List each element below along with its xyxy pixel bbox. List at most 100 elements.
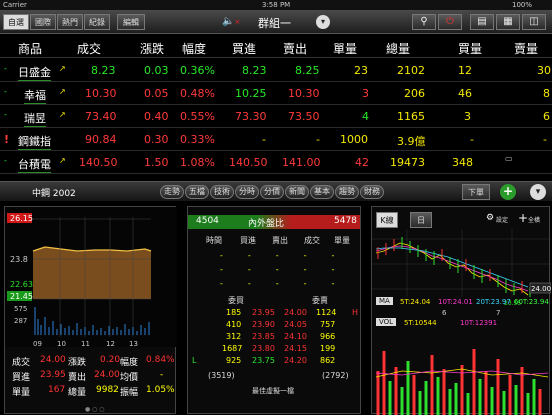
settings-label[interactable]: 設定 bbox=[496, 215, 508, 224]
ma-toggle[interactable]: MA bbox=[376, 297, 393, 305]
alert-icon: ! bbox=[4, 133, 10, 146]
cell-change: 0.30 bbox=[144, 133, 169, 146]
col-header: 買進 bbox=[240, 236, 256, 245]
carrier: Carrier bbox=[3, 1, 27, 9]
cell-change: 0.40 bbox=[144, 110, 169, 123]
table-row[interactable]: - 日盛金 ↗ 8.23 0.03 0.36% 8.23 8.25 23 210… bbox=[0, 59, 552, 82]
group-title: 群組一 bbox=[258, 17, 291, 30]
col-header: 委賣 bbox=[312, 296, 328, 305]
tab-popular[interactable]: 熱門 bbox=[57, 14, 83, 30]
col-header: 買進 bbox=[232, 42, 257, 56]
table-header: 商品 成交 漲跌 幅度 買進 賣出 單量 總量 買量 賣量 bbox=[0, 35, 552, 58]
grid-view-icon[interactable]: ▦ bbox=[496, 14, 520, 30]
cell-bid: 8.23 bbox=[242, 64, 267, 77]
chart-toggle-icon[interactable]: ▭ bbox=[505, 154, 513, 163]
vol-toggle[interactable]: VOL bbox=[376, 318, 397, 326]
cell-bid: 10.25 bbox=[235, 87, 267, 100]
list-view-icon[interactable]: ▤ bbox=[470, 14, 494, 30]
quote-value: 167 bbox=[48, 385, 66, 395]
tab-trend[interactable]: 走勢 bbox=[160, 185, 184, 199]
cell-total: 206 bbox=[404, 87, 425, 100]
trend-icon: ↗ bbox=[59, 87, 66, 96]
quote-label: 均價 bbox=[120, 373, 139, 383]
intraday-panel: 26.15 23.8 22.63 21.45 575 287 09 10 11 … bbox=[4, 206, 177, 414]
cell-total: 1165 bbox=[397, 110, 425, 123]
cell-bid-qty: - bbox=[470, 133, 474, 146]
quote-value: 0.20 bbox=[100, 355, 121, 365]
stock-name: 日盛金 bbox=[18, 66, 51, 81]
cell-price: 8.23 bbox=[91, 64, 116, 77]
tab-five-levels[interactable]: 五檔 bbox=[185, 185, 209, 199]
top-toolbar: 自選 國際 熱門 紀錄 編輯 🔈× 群組一 ▾ ⚲ ⏻ ▤ ▦ ◫ bbox=[0, 10, 552, 34]
gear-icon[interactable]: ⚙ bbox=[486, 213, 494, 223]
quote-value: - bbox=[160, 370, 164, 380]
mute-icon[interactable]: 🔈× bbox=[222, 16, 240, 27]
cell-percent: 1.08% bbox=[180, 156, 215, 169]
tab-kline[interactable]: K線 bbox=[376, 212, 398, 228]
tick-list: ----- ----- ----- bbox=[220, 251, 360, 288]
period-day[interactable]: 日 bbox=[410, 212, 432, 228]
cell-volume: 23 bbox=[354, 64, 368, 77]
col-header: 單量 bbox=[333, 42, 358, 56]
table-row[interactable]: - 瑞昱 ↗ 73.40 0.40 0.55% 73.30 73.50 4 11… bbox=[0, 105, 552, 128]
best-virtual-label: 最佳虛擬一檔 bbox=[252, 387, 294, 395]
cell-percent: 0.36% bbox=[180, 64, 215, 77]
cell-price: 90.84 bbox=[85, 133, 117, 146]
col-header: 單量 bbox=[334, 236, 350, 245]
chart-view-icon[interactable]: ◫ bbox=[522, 14, 546, 30]
tab-finance[interactable]: 財務 bbox=[360, 185, 384, 199]
time-tick: 12 bbox=[106, 340, 115, 347]
cell-ask-qty: 6 bbox=[543, 110, 550, 123]
current-price-tag: 24.00 bbox=[531, 285, 551, 293]
tab-trends[interactable]: 趨勢 bbox=[335, 185, 359, 199]
tab-history[interactable]: 紀錄 bbox=[84, 14, 110, 30]
tab-favorites[interactable]: 自選 bbox=[3, 14, 29, 30]
cell-total: 19473 bbox=[390, 156, 425, 169]
search-icon[interactable]: ⚲ bbox=[412, 14, 436, 30]
landscape-label[interactable]: 全橫 bbox=[528, 215, 540, 224]
plus-icon[interactable]: + bbox=[518, 211, 528, 225]
sell-total: 5478 bbox=[334, 216, 357, 226]
buy-total: 4504 bbox=[196, 216, 219, 226]
tab-technical[interactable]: 技術 bbox=[210, 185, 234, 199]
cell-bid: 140.50 bbox=[229, 156, 268, 169]
chevron-down-icon[interactable]: ▾ bbox=[530, 184, 546, 200]
cell-ask-qty: 30 bbox=[537, 64, 551, 77]
vol-axis-hi: 575 bbox=[14, 305, 27, 313]
stock-name: 台積電 bbox=[18, 158, 51, 173]
table-row[interactable]: - 台積電 ↗ 140.50 1.50 1.08% 140.50 141.00 … bbox=[0, 151, 552, 174]
chart-low2: 21.45 bbox=[10, 292, 33, 301]
table-row[interactable]: - 幸福 ↗ 10.30 0.05 0.48% 10.25 10.30 3 20… bbox=[0, 82, 552, 105]
tab-fundamental[interactable]: 基本 bbox=[310, 185, 334, 199]
quote-summary: 成交 24.00 漲跌 0.20 幅度 0.84% 買進 23.95 賣出 24… bbox=[8, 351, 175, 403]
col-header: 時間 bbox=[206, 236, 222, 245]
page-dots[interactable]: ● ○ ○ bbox=[85, 406, 105, 413]
cell-percent: 0.55% bbox=[180, 110, 215, 123]
col-header: 委買 bbox=[228, 296, 244, 305]
tab-price-volume[interactable]: 分價 bbox=[260, 185, 284, 199]
chart-high: 26.15 bbox=[10, 214, 33, 223]
edit-button[interactable]: 編輯 bbox=[117, 14, 145, 30]
cell-percent: 0.33% bbox=[180, 133, 215, 146]
col-header: 商品 bbox=[18, 42, 43, 56]
tab-news[interactable]: 新聞 bbox=[285, 185, 309, 199]
cell-total: 3.9億 bbox=[397, 135, 426, 148]
detail-subbar: 中鋼 2002 走勢 五檔 技術 分時 分價 新聞 基本 趨勢 財務 下單 + … bbox=[0, 181, 552, 201]
power-icon[interactable]: ⏻ bbox=[438, 14, 462, 30]
order-button[interactable]: 下單 bbox=[462, 184, 490, 200]
list-item: 312 23.85 24.10 966 bbox=[226, 332, 336, 341]
quote-value: 23.95 bbox=[40, 370, 66, 380]
total-ask: (2792) bbox=[322, 371, 349, 380]
add-icon[interactable]: + bbox=[500, 184, 516, 200]
status-bar: Carrier 3:58 PM 100% bbox=[0, 0, 552, 10]
intraday-chart: 26.15 23.8 22.63 21.45 575 287 09 10 11 … bbox=[5, 207, 177, 347]
tab-international[interactable]: 國際 bbox=[30, 14, 56, 30]
chevron-down-icon[interactable]: ▾ bbox=[316, 15, 330, 29]
tab-tick[interactable]: 分時 bbox=[235, 185, 259, 199]
table-row[interactable]: ! 鋼鐵指 90.84 0.30 0.33% - - 1000 3.9億 - - bbox=[0, 128, 552, 151]
chart-low1: 22.63 bbox=[10, 280, 33, 289]
cell-ask: 10.30 bbox=[288, 87, 320, 100]
time-tick: 13 bbox=[129, 340, 138, 347]
quote-label: 振幅 bbox=[120, 388, 139, 398]
x-tick: 7 bbox=[496, 309, 500, 317]
